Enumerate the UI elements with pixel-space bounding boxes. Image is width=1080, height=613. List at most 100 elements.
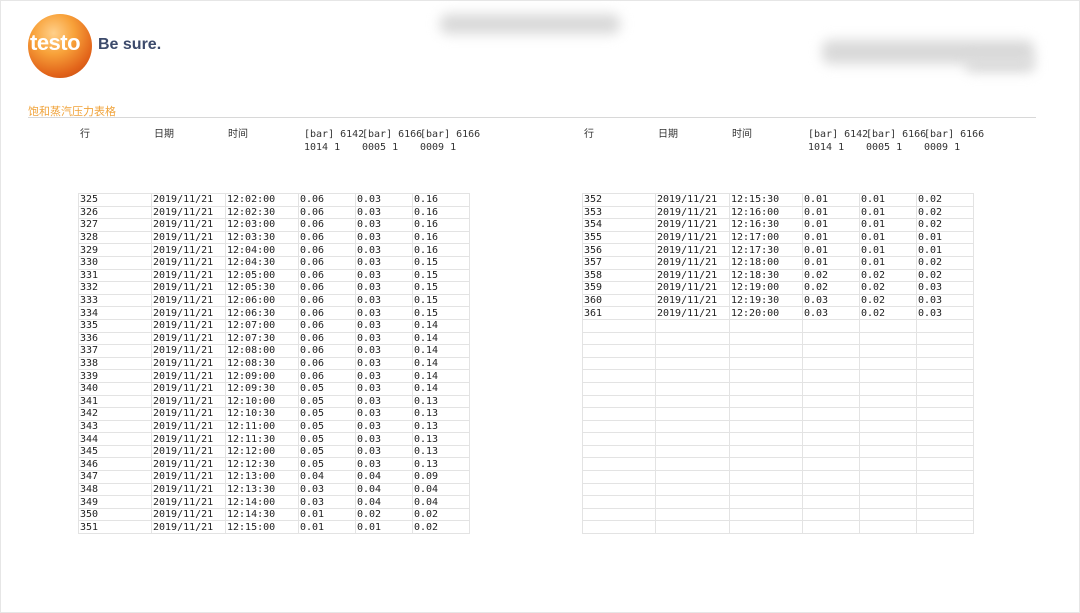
empty-cell <box>655 318 730 333</box>
cell-date: 2019/11/21 <box>151 218 226 232</box>
table-row: 332 2019/11/21 12:05:30 0.06 0.03 0.15 <box>78 281 470 295</box>
empty-cell <box>859 507 917 522</box>
cell-date: 2019/11/21 <box>151 381 226 396</box>
empty-cell <box>655 432 730 446</box>
cell-channel-1-value: 0.05 <box>298 457 356 472</box>
empty-cell <box>916 394 974 409</box>
cell-channel-2-value: 0.03 <box>355 331 413 346</box>
header-channel-2: [bar] 6166 0005 1 <box>866 128 926 154</box>
cell-date: 2019/11/21 <box>151 495 226 509</box>
cell-channel-1-value: 0.03 <box>298 495 356 509</box>
cell-time: 12:18:30 <box>729 268 803 283</box>
empty-cell <box>582 381 656 396</box>
empty-cell <box>916 457 974 472</box>
empty-cell <box>582 495 656 509</box>
cell-channel-2-value: 0.03 <box>355 193 413 207</box>
cell-row-number: 328 <box>78 230 152 245</box>
cell-channel-1-value: 0.06 <box>298 230 356 245</box>
empty-table-row <box>582 457 974 472</box>
cell-time: 12:14:30 <box>225 507 299 522</box>
empty-cell <box>655 520 730 535</box>
cell-channel-2-value: 0.03 <box>355 318 413 333</box>
cell-date: 2019/11/21 <box>151 230 226 245</box>
empty-cell <box>582 419 656 434</box>
cell-channel-1-value: 0.06 <box>298 218 356 232</box>
header-channel-1: [bar] 6142 1014 1 <box>304 128 364 154</box>
empty-cell <box>655 457 730 472</box>
cell-time: 12:06:00 <box>225 293 299 308</box>
cell-time: 12:03:00 <box>225 218 299 232</box>
table-row: 357 2019/11/21 12:18:00 0.01 0.01 0.02 <box>582 255 974 270</box>
empty-cell <box>802 495 860 509</box>
header-channel-3: [bar] 6166 0009 1 <box>420 128 480 154</box>
table-row: 338 2019/11/21 12:08:30 0.06 0.03 0.14 <box>78 356 470 371</box>
cell-channel-1-value: 0.05 <box>298 419 356 434</box>
cell-row-number: 361 <box>582 306 656 320</box>
header-channel-3: [bar] 6166 0009 1 <box>924 128 984 154</box>
cell-channel-2-value: 0.03 <box>355 381 413 396</box>
empty-cell <box>729 470 803 484</box>
cell-date: 2019/11/21 <box>655 293 730 308</box>
table-row: 336 2019/11/21 12:07:30 0.06 0.03 0.14 <box>78 331 470 346</box>
empty-cell <box>916 432 974 446</box>
cell-time: 12:11:30 <box>225 432 299 446</box>
cell-date: 2019/11/21 <box>655 268 730 283</box>
empty-cell <box>859 520 917 535</box>
cell-channel-1-value: 0.06 <box>298 318 356 333</box>
empty-cell <box>859 331 917 346</box>
empty-cell <box>655 369 730 383</box>
empty-cell <box>729 344 803 358</box>
cell-time: 12:02:30 <box>225 205 299 220</box>
cell-date: 2019/11/21 <box>151 482 226 497</box>
cell-time: 12:05:30 <box>225 281 299 295</box>
cell-channel-3-value: 0.02 <box>916 193 974 207</box>
header-row: 行 <box>584 129 594 140</box>
empty-cell <box>916 495 974 509</box>
cell-row-number: 351 <box>78 520 152 535</box>
cell-channel-1-value: 0.05 <box>298 432 356 446</box>
cell-channel-2-value: 0.02 <box>355 507 413 522</box>
cell-channel-3-value: 0.01 <box>916 243 974 257</box>
cell-channel-2-value: 0.03 <box>355 293 413 308</box>
empty-cell <box>802 419 860 434</box>
empty-cell <box>859 419 917 434</box>
empty-cell <box>582 482 656 497</box>
cell-channel-1-value: 0.01 <box>802 205 860 220</box>
cell-time: 12:15:00 <box>225 520 299 535</box>
table-row: 355 2019/11/21 12:17:00 0.01 0.01 0.01 <box>582 230 974 245</box>
cell-channel-3-value: 0.14 <box>412 344 470 358</box>
cell-date: 2019/11/21 <box>151 520 226 535</box>
cell-channel-2-value: 0.03 <box>355 444 413 459</box>
cell-date: 2019/11/21 <box>151 407 226 421</box>
empty-cell <box>916 318 974 333</box>
cell-channel-3-value: 0.14 <box>412 331 470 346</box>
header-channel-2-line1: [bar] 6166 <box>866 129 927 140</box>
cell-date: 2019/11/21 <box>151 394 226 409</box>
cell-channel-2-value: 0.01 <box>859 205 917 220</box>
cell-date: 2019/11/21 <box>151 281 226 295</box>
cell-date: 2019/11/21 <box>655 205 730 220</box>
empty-cell <box>859 381 917 396</box>
cell-channel-2-value: 0.03 <box>355 344 413 358</box>
empty-cell <box>729 495 803 509</box>
cell-channel-2-value: 0.02 <box>859 306 917 320</box>
cell-channel-3-value: 0.13 <box>412 394 470 409</box>
cell-channel-3-value: 0.03 <box>916 281 974 295</box>
cell-row-number: 352 <box>582 193 656 207</box>
header-channel-2-line2: 0005 1 <box>866 142 903 153</box>
empty-cell <box>729 520 803 535</box>
table-row: 326 2019/11/21 12:02:30 0.06 0.03 0.16 <box>78 205 470 220</box>
empty-cell <box>916 520 974 535</box>
empty-cell <box>859 344 917 358</box>
empty-cell <box>655 356 730 371</box>
cell-row-number: 358 <box>582 268 656 283</box>
cell-date: 2019/11/21 <box>151 507 226 522</box>
empty-cell <box>859 407 917 421</box>
empty-cell <box>655 331 730 346</box>
empty-cell <box>729 444 803 459</box>
cell-channel-2-value: 0.03 <box>355 268 413 283</box>
cell-channel-2-value: 0.01 <box>859 243 917 257</box>
cell-channel-3-value: 0.14 <box>412 381 470 396</box>
cell-channel-2-value: 0.04 <box>355 470 413 484</box>
cell-date: 2019/11/21 <box>151 419 226 434</box>
